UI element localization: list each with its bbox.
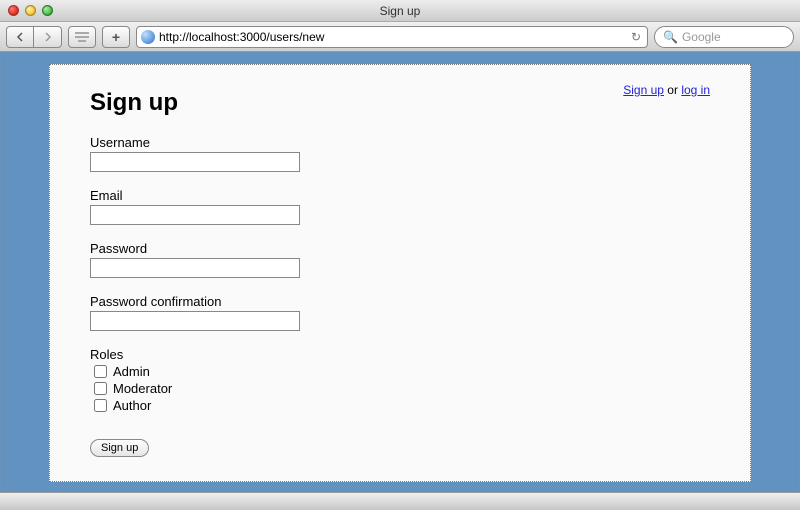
or-text: or bbox=[664, 83, 681, 97]
forward-button[interactable] bbox=[34, 26, 62, 48]
username-label: Username bbox=[90, 135, 710, 150]
window-title: Sign up bbox=[0, 4, 800, 18]
address-bar[interactable]: http://localhost:3000/users/new ↻ bbox=[136, 26, 648, 48]
password-confirmation-field: Password confirmation bbox=[90, 294, 710, 331]
zoom-window-icon[interactable] bbox=[42, 5, 53, 16]
email-input[interactable] bbox=[90, 205, 300, 225]
window-controls bbox=[8, 5, 53, 16]
signup-link[interactable]: Sign up bbox=[623, 83, 664, 97]
role-admin-checkbox[interactable] bbox=[94, 365, 107, 378]
role-author-checkbox[interactable] bbox=[94, 399, 107, 412]
email-label: Email bbox=[90, 188, 710, 203]
page-heading: Sign up bbox=[90, 89, 710, 117]
reader-button[interactable] bbox=[68, 26, 96, 48]
signup-page: Sign up or log in Sign up Username Email… bbox=[49, 64, 751, 482]
browser-statusbar bbox=[0, 492, 800, 510]
browser-toolbar: + http://localhost:3000/users/new ↻ 🔍 Go… bbox=[0, 22, 800, 52]
email-field: Email bbox=[90, 188, 710, 225]
auth-links: Sign up or log in bbox=[623, 83, 710, 97]
role-row: Moderator bbox=[94, 381, 710, 396]
username-field: Username bbox=[90, 135, 710, 172]
close-window-icon[interactable] bbox=[8, 5, 19, 16]
favicon-globe-icon bbox=[141, 30, 155, 44]
password-input[interactable] bbox=[90, 258, 300, 278]
role-label: Author bbox=[113, 398, 151, 413]
reader-icon bbox=[71, 32, 93, 42]
reload-icon[interactable]: ↻ bbox=[629, 30, 643, 44]
role-row: Admin bbox=[94, 364, 710, 379]
magnifier-icon: 🔍 bbox=[663, 30, 678, 44]
search-field[interactable]: 🔍 Google bbox=[654, 26, 794, 48]
signup-submit-button[interactable]: Sign up bbox=[90, 439, 149, 457]
roles-field: Roles Admin Moderator Author bbox=[90, 347, 710, 413]
password-confirmation-label: Password confirmation bbox=[90, 294, 710, 309]
url-text: http://localhost:3000/users/new bbox=[159, 30, 625, 44]
role-moderator-checkbox[interactable] bbox=[94, 382, 107, 395]
search-placeholder: Google bbox=[682, 30, 721, 44]
password-field: Password bbox=[90, 241, 710, 278]
role-label: Admin bbox=[113, 364, 150, 379]
browser-viewport: Sign up or log in Sign up Username Email… bbox=[0, 52, 800, 492]
password-confirmation-input[interactable] bbox=[90, 311, 300, 331]
chevron-left-icon bbox=[15, 32, 25, 42]
role-label: Moderator bbox=[113, 381, 172, 396]
roles-label: Roles bbox=[90, 347, 710, 362]
chevron-right-icon bbox=[43, 32, 53, 42]
login-link[interactable]: log in bbox=[681, 83, 710, 97]
role-row: Author bbox=[94, 398, 710, 413]
password-label: Password bbox=[90, 241, 710, 256]
window-titlebar: Sign up bbox=[0, 0, 800, 22]
add-bookmark-button[interactable]: + bbox=[102, 26, 130, 48]
minimize-window-icon[interactable] bbox=[25, 5, 36, 16]
username-input[interactable] bbox=[90, 152, 300, 172]
back-button[interactable] bbox=[6, 26, 34, 48]
